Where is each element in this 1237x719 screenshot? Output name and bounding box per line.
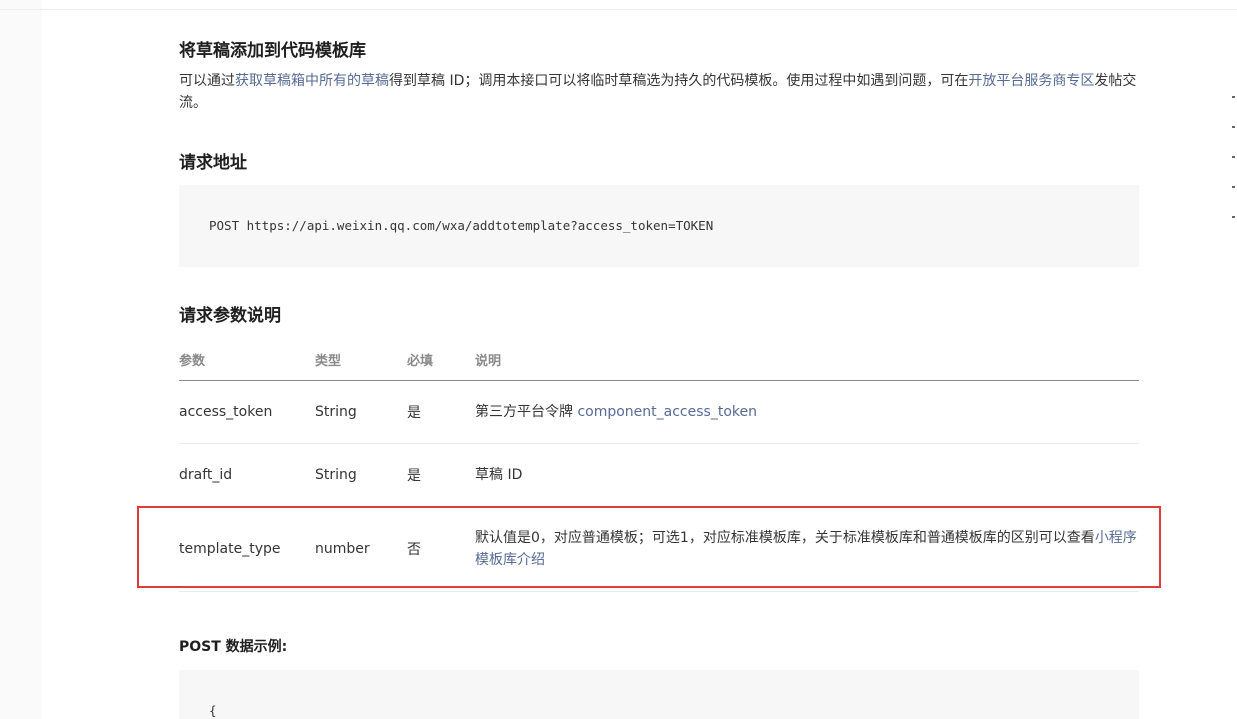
open-platform-forum-link[interactable]: 开放平台服务商专区 [968, 73, 1094, 89]
param-type: String [315, 380, 407, 444]
table-row: access_token String 是 第三方平台令牌 component_… [179, 380, 1139, 444]
post-example-code-block: { [179, 670, 1139, 719]
page: 将草稿添加到代码模板库 可以通过获取草稿箱中所有的草稿得到草稿 ID；调用本接口… [0, 0, 1237, 719]
param-type: String [315, 443, 407, 507]
param-name: access_token [179, 380, 315, 444]
get-all-drafts-link[interactable]: 获取草稿箱中所有的草稿 [235, 73, 389, 89]
table-header-row: 参数 类型 必填 说明 [179, 338, 1139, 381]
edge-mark [1232, 96, 1235, 98]
column-header-param: 参数 [179, 338, 315, 381]
column-header-required: 必填 [407, 338, 475, 381]
table-row: draft_id String 是 草稿 ID [179, 443, 1139, 507]
right-edge-marks [1232, 96, 1237, 246]
request-url-heading: 请求地址 [179, 153, 247, 173]
param-description-text: 草稿 ID [475, 467, 523, 483]
edge-mark [1232, 156, 1235, 158]
param-description-text: 第三方平台令牌 [475, 404, 578, 420]
post-example-heading: POST 数据示例: [179, 639, 288, 655]
component-access-token-link[interactable]: component_access_token [577, 404, 757, 420]
param-name: draft_id [179, 443, 315, 507]
left-sidebar-gutter [0, 0, 42, 719]
intro-text-1: 可以通过 [179, 73, 235, 89]
request-url-code: POST https://api.weixin.qq.com/wxa/addto… [209, 218, 714, 233]
param-description: 第三方平台令牌 component_access_token [475, 380, 1139, 444]
page-title: 将草稿添加到代码模板库 [179, 41, 366, 61]
param-required: 是 [407, 380, 475, 444]
edge-mark [1232, 126, 1235, 128]
highlight-annotation-box [137, 506, 1161, 588]
edge-mark [1232, 216, 1235, 218]
intro-text-2: 得到草稿 ID；调用本接口可以将临时草稿选为持久的代码模板。使用过程中如遇到问题… [389, 73, 969, 89]
column-header-type: 类型 [315, 338, 407, 381]
top-divider [0, 9, 1237, 10]
post-example-code: { [209, 703, 217, 718]
params-heading: 请求参数说明 [179, 306, 281, 326]
column-header-description: 说明 [475, 338, 1139, 381]
param-required: 是 [407, 443, 475, 507]
edge-mark [1232, 186, 1235, 188]
request-url-code-block: POST https://api.weixin.qq.com/wxa/addto… [179, 185, 1139, 267]
intro-paragraph: 可以通过获取草稿箱中所有的草稿得到草稿 ID；调用本接口可以将临时草稿选为持久的… [179, 70, 1139, 114]
param-description: 草稿 ID [475, 443, 1139, 507]
